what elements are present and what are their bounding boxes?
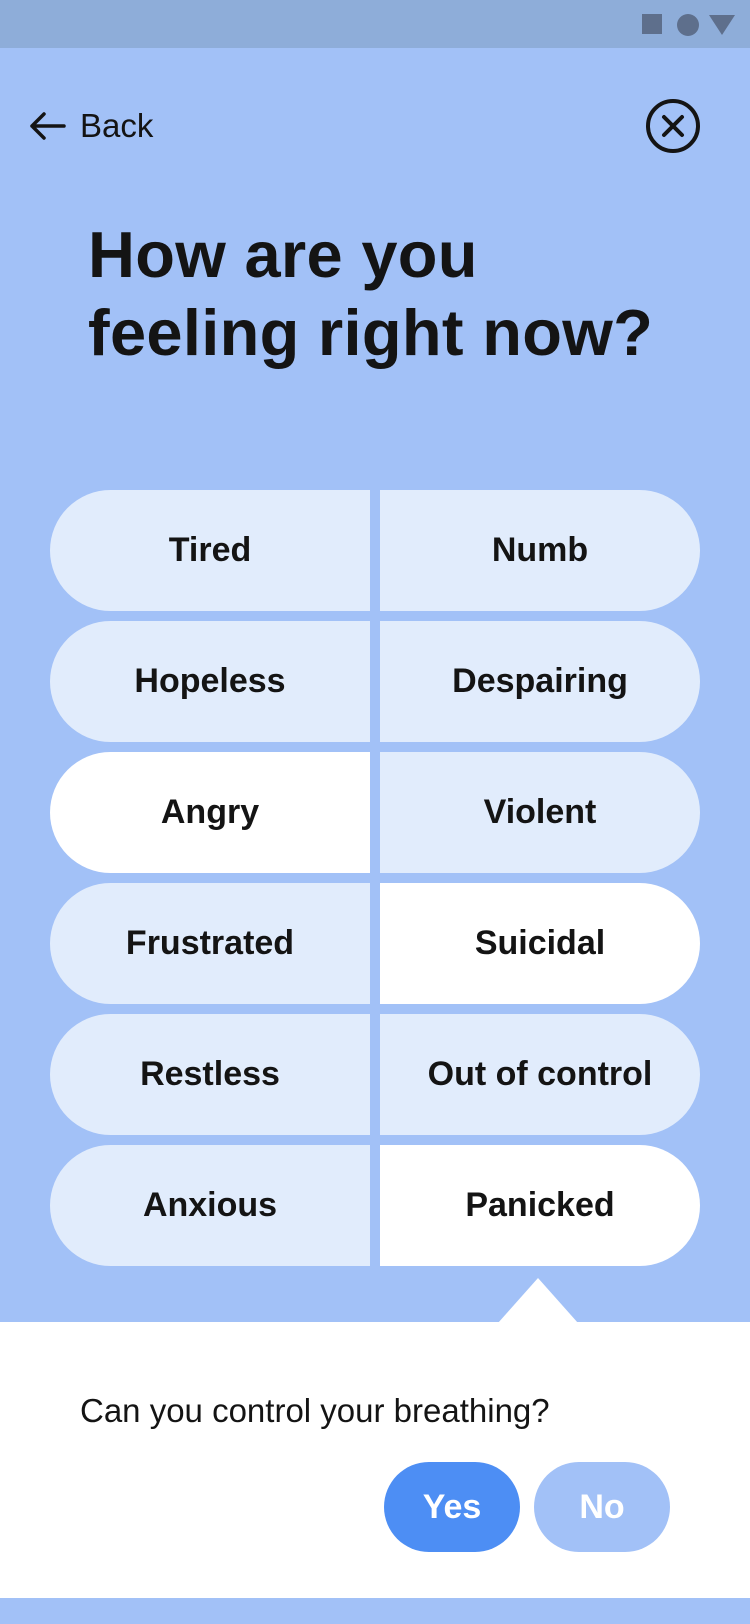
option-label: Tired — [168, 531, 252, 569]
bottom-strip — [0, 1598, 750, 1624]
option-out-of-control[interactable]: Out of control — [380, 1014, 700, 1135]
option-angry[interactable]: Angry — [50, 752, 370, 873]
breathing-prompt-panel: Can you control your breathing? Yes No — [0, 1322, 750, 1598]
option-hopeless[interactable]: Hopeless — [50, 621, 370, 742]
no-button[interactable]: No — [534, 1462, 670, 1552]
option-label: Suicidal — [474, 924, 606, 962]
option-label: Angry — [160, 793, 260, 831]
status-bar — [0, 0, 750, 48]
option-despairing[interactable]: Despairing — [380, 621, 700, 742]
square-icon — [642, 14, 662, 34]
option-label: Violent — [483, 793, 597, 831]
option-anxious[interactable]: Anxious — [50, 1145, 370, 1266]
option-label: Despairing — [452, 662, 628, 700]
option-numb[interactable]: Numb — [380, 490, 700, 611]
option-label: Out of control — [427, 1055, 653, 1093]
option-label: Frustrated — [125, 924, 295, 962]
prompt-question: Can you control your breathing? — [80, 1392, 550, 1429]
feelings-grid: Tired Numb Hopeless Despairing Angry Vio… — [50, 490, 700, 1266]
option-suicidal[interactable]: Suicidal — [380, 883, 700, 1004]
triangle-icon — [709, 15, 735, 35]
option-label: Anxious — [142, 1186, 278, 1224]
page-title: How are you feeling right now? — [88, 218, 654, 369]
option-restless[interactable]: Restless — [50, 1014, 370, 1135]
circle-icon — [677, 14, 699, 36]
option-label: Panicked — [465, 1186, 615, 1224]
back-button[interactable]: Back — [28, 100, 153, 152]
back-label: Back — [80, 107, 154, 144]
close-button[interactable] — [645, 98, 701, 154]
option-label: Hopeless — [134, 662, 286, 700]
option-label: Restless — [140, 1055, 280, 1093]
option-tired[interactable]: Tired — [50, 490, 370, 611]
option-panicked[interactable]: Panicked — [380, 1145, 700, 1266]
panel-pointer — [498, 1278, 578, 1323]
arrow-left-icon — [30, 112, 66, 140]
option-violent[interactable]: Violent — [380, 752, 700, 873]
close-circle-icon — [646, 99, 700, 153]
option-frustrated[interactable]: Frustrated — [50, 883, 370, 1004]
yes-button[interactable]: Yes — [384, 1462, 520, 1552]
option-label: Numb — [491, 531, 589, 569]
